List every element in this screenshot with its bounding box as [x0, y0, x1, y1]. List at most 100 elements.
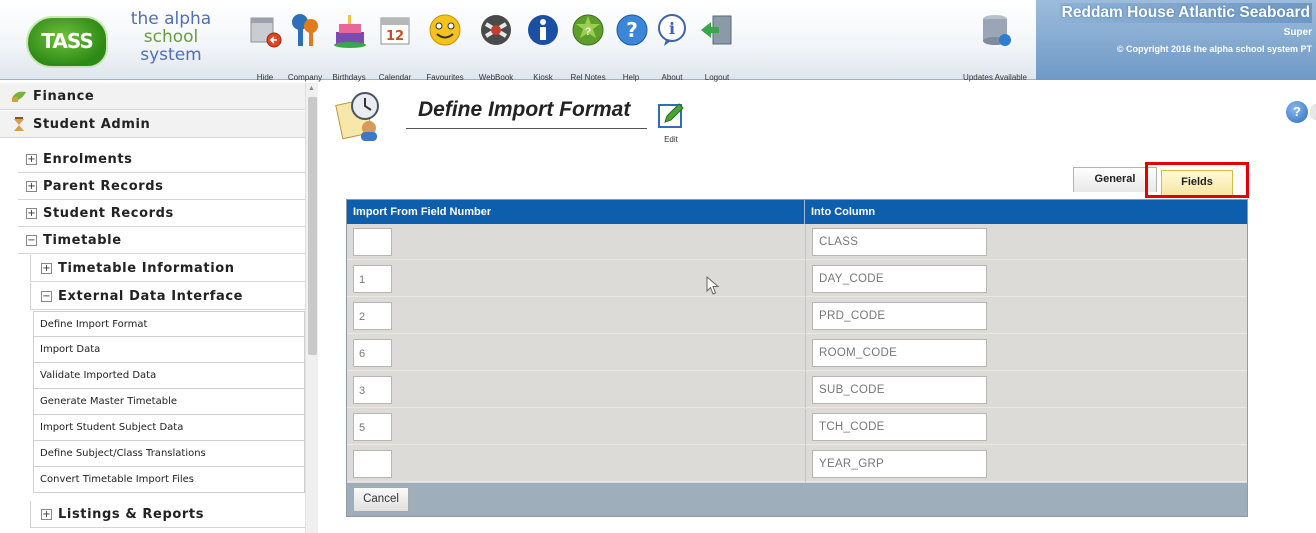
table-row: 1 DAY_CODE [347, 261, 1247, 297]
sidebar-link-define-import-format[interactable]: Define Import Format [33, 311, 305, 337]
table-row: 6 ROOM_CODE [347, 335, 1247, 371]
sidebar-item-timetable[interactable]: − Timetable [18, 227, 305, 254]
edit-button[interactable]: Edit [653, 100, 689, 146]
cancel-button[interactable]: Cancel [353, 487, 409, 512]
finance-icon [12, 91, 26, 102]
sidebar-item-label: Timetable [43, 232, 122, 248]
toolbar-label: Logout [704, 73, 730, 82]
sidebar-item-parent-records[interactable]: + Parent Records [18, 173, 305, 200]
field-number-input[interactable]: 1 [353, 265, 392, 293]
copyright-text: © Copyright 2016 the alpha school system… [1116, 44, 1312, 54]
user-role: Super [1283, 27, 1312, 38]
webbook-icon [481, 15, 511, 45]
app-window: TASS the alpha school system Hide Compan… [0, 0, 1316, 533]
into-column-field[interactable]: ROOM_CODE [812, 339, 987, 367]
column-divider [805, 224, 806, 260]
field-number-input[interactable]: 6 [353, 339, 392, 367]
school-name: Reddam House Atlantic Seaboard [1059, 3, 1312, 23]
sidebar-link-import-student-subject-data[interactable]: Import Student Subject Data [33, 415, 305, 441]
into-column-field[interactable]: DAY_CODE [812, 265, 987, 293]
sidebar-item-label: Enrolments [43, 151, 133, 167]
page-title: Define Import Format [418, 98, 631, 121]
page-help-icon[interactable]: ? [1286, 101, 1308, 123]
collapse-icon[interactable]: − [41, 290, 52, 302]
toolbar-company-button[interactable]: Company [286, 6, 324, 82]
sidebar-link-generate-master-timetable[interactable]: Generate Master Timetable [33, 389, 305, 415]
toolbar-label: Birthdays [332, 73, 366, 82]
toolbar-calendar-button[interactable]: 12 Calendar [372, 6, 418, 82]
sidebar-item-student-records[interactable]: + Student Records [18, 200, 305, 227]
edit-label: Edit [664, 135, 678, 144]
tass-logo[interactable]: TASS the alpha school system [18, 10, 211, 70]
sidebar-link-convert-timetable-import-files[interactable]: Convert Timetable Import Files [33, 467, 305, 493]
toolbar-label: Hide [256, 73, 274, 82]
scroll-up-icon[interactable]: ▲ [308, 85, 315, 92]
svg-text:?: ? [626, 18, 638, 42]
student-admin-icon [14, 117, 24, 131]
toolbar-favourites-button[interactable]: Favourites [420, 6, 470, 82]
sidebar-item-enrolments[interactable]: + Enrolments [18, 146, 305, 173]
toolbar-label: Calendar [378, 73, 412, 82]
toolbar-logout-button[interactable]: Logout [694, 6, 740, 82]
toolbar-webbook-button[interactable]: WebBook [473, 6, 519, 82]
expand-icon[interactable]: + [41, 508, 52, 520]
sidebar-link-define-subject-class-translations[interactable]: Define Subject/Class Translations [33, 441, 305, 467]
svg-text:i: i [669, 19, 675, 38]
toolbar-label: Help [622, 73, 640, 82]
expand-icon[interactable]: + [26, 180, 37, 192]
field-number-input[interactable]: 2 [353, 302, 392, 330]
toolbar-about-button[interactable]: i About [652, 6, 692, 82]
about-icon: i [658, 14, 686, 46]
column-divider [805, 298, 806, 334]
expand-icon[interactable]: + [41, 262, 52, 274]
sidebar-scrollbar[interactable]: ▲ [305, 83, 318, 533]
field-number-input[interactable]: 5 [353, 413, 392, 441]
collapse-icon[interactable]: − [26, 234, 37, 246]
sidebar-item-label: Timetable Information [58, 260, 235, 276]
toolbar-help-button[interactable]: ? Help [612, 6, 650, 82]
field-number-input[interactable] [353, 450, 392, 478]
school-header: Reddam House Atlantic Seaboard Super © C… [1059, 3, 1312, 54]
into-column-field[interactable]: SUB_CODE [812, 376, 987, 404]
cake-icon [334, 15, 366, 48]
logout-icon [701, 15, 732, 45]
sidebar-item-label: External Data Interface [58, 288, 244, 304]
scrollbar-thumb[interactable] [308, 97, 317, 355]
expand-icon[interactable]: + [26, 153, 37, 165]
title-underline [406, 128, 647, 129]
toolbar-updates-button[interactable]: Updates Available [959, 6, 1031, 82]
toolbar-label: WebBook [478, 73, 514, 82]
hide-icon [250, 17, 282, 48]
sidebar-item-timetable-information[interactable]: + Timetable Information [30, 255, 305, 282]
toolbar-hide-button[interactable]: Hide [245, 6, 285, 82]
logo-line-1: the alpha [130, 9, 212, 29]
into-column-field[interactable]: PRD_CODE [812, 302, 987, 330]
table-row: CLASS [347, 224, 1247, 260]
sidebar-link-validate-imported-data[interactable]: Validate Imported Data [33, 363, 305, 389]
sidebar-item-label: Listings & Reports [58, 506, 205, 522]
into-column-field[interactable]: YEAR_GRP [812, 450, 987, 478]
into-column-field[interactable]: CLASS [812, 228, 987, 256]
toolbar-label: Updates Available [963, 73, 1027, 82]
sidebar-menu: Finance Student Admin + Enrolments + Par… [0, 83, 318, 533]
toolbar-label: Rel Notes [570, 73, 606, 82]
sidebar-link-import-data[interactable]: Import Data [33, 337, 305, 363]
page-extra-icon[interactable] [1310, 104, 1316, 120]
toolbar-kiosk-button[interactable]: Kiosk [523, 6, 563, 82]
field-number-input[interactable] [353, 228, 392, 256]
expand-icon[interactable]: + [26, 207, 37, 219]
sidebar-section-finance[interactable]: Finance [0, 83, 305, 110]
sidebar-item-external-data-interface[interactable]: − External Data Interface [30, 283, 305, 310]
toolbar-birthdays-button[interactable]: Birthdays [330, 6, 368, 82]
sidebar-section-label: Student Admin [33, 116, 151, 132]
logo-text: the alpha school system [116, 10, 226, 64]
sidebar-item-listings-reports[interactable]: + Listings & Reports [30, 501, 305, 528]
sidebar-link-label: Define Subject/Class Translations [40, 448, 206, 459]
toolbar-rel-notes-button[interactable]: ? Rel Notes [566, 6, 610, 82]
field-number-input[interactable]: 3 [353, 376, 392, 404]
column-divider [805, 372, 806, 408]
into-column-field[interactable]: TCH_CODE [812, 413, 987, 441]
updates-icon [983, 15, 1011, 46]
tass-badge: TASS [26, 16, 108, 68]
sidebar-section-student-admin[interactable]: Student Admin [0, 111, 305, 138]
